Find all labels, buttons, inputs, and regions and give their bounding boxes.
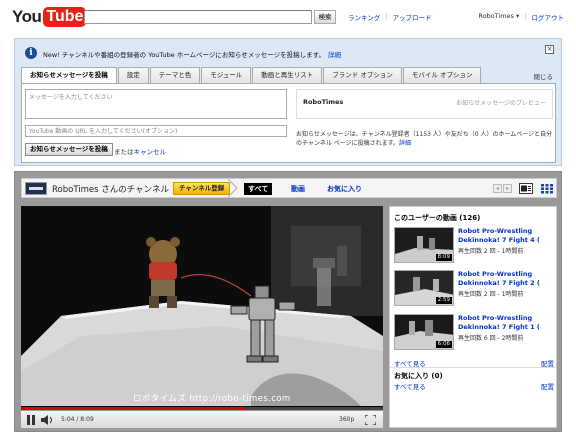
chevron-down-icon: ▾ bbox=[516, 12, 520, 20]
video-frame[interactable]: ロボタイムズ http://robo-times.com bbox=[21, 206, 383, 406]
time-display: 5:04 / 8:09 bbox=[61, 416, 94, 423]
nav-ranking-link[interactable]: ランキング bbox=[348, 12, 380, 22]
channel-avatar[interactable] bbox=[25, 182, 47, 195]
close-panel-link[interactable]: 閉じる bbox=[534, 71, 554, 81]
post-bulletin-button[interactable]: お知らせメッセージを投稿 bbox=[25, 143, 113, 156]
next-arrow-icon[interactable]: ▸ bbox=[503, 184, 512, 193]
channel-title: RoboTimes さんのチャンネル bbox=[52, 185, 169, 195]
video-player[interactable]: ロボタイムズ http://robo-times.com 5:04 / 8:09… bbox=[21, 206, 383, 428]
video-meta: 再生回数 6 回 - 2時間前 bbox=[458, 335, 524, 342]
or-cancel: またはキャンセル bbox=[114, 146, 166, 156]
tab-videos-playlists[interactable]: 動画と再生リスト bbox=[252, 67, 323, 83]
see-all-favorites-link[interactable]: すべて見る bbox=[394, 383, 426, 391]
video-title-link[interactable]: Robot Pro-Wrestling Dekinnoka! 7 Fight 4… bbox=[458, 227, 552, 245]
search-input[interactable] bbox=[84, 10, 312, 24]
video-duration: 8:09 bbox=[435, 254, 452, 261]
bulletin-form: メッセージを入力してください YouTube 動画の URL を入力してください… bbox=[21, 83, 556, 163]
video-duration: 6:06 bbox=[435, 341, 452, 348]
list-item[interactable]: 2:59 Robot Pro-Wrestling Dekinnoka! 7 Fi… bbox=[394, 270, 554, 308]
prev-arrow-icon[interactable]: ◂ bbox=[493, 184, 502, 193]
youtube-logo[interactable]: You Tube bbox=[12, 6, 87, 28]
list-item[interactable]: 8:09 Robot Pro-Wrestling Dekinnoka! 7 Fi… bbox=[394, 227, 554, 265]
cancel-link[interactable]: キャンセル bbox=[134, 148, 167, 156]
video-caption: ロボタイムズ http://robo-times.com bbox=[133, 394, 291, 404]
notice-message: New! チャンネルや番組の登録者の YouTube ホームページにお知らせメッ… bbox=[43, 49, 341, 59]
or-text: または bbox=[114, 148, 134, 156]
favorites-links: すべて見る 配置 bbox=[394, 381, 554, 391]
note-text: お知らせメッセージは、チャンネル登録者（1153 人）や友だち（0 人）のホーム… bbox=[296, 131, 553, 147]
video-title-link[interactable]: Robot Pro-Wrestling Dekinnoka! 7 Fight 1… bbox=[458, 314, 552, 332]
preview-username: RoboTimes bbox=[303, 98, 344, 106]
nav-upload-link[interactable]: アップロード bbox=[393, 12, 432, 22]
video-url-input[interactable]: YouTube 動画の URL を入力してください(オプション) bbox=[25, 125, 287, 137]
video-title-link[interactable]: Robot Pro-Wrestling Dekinnoka! 7 Fight 2… bbox=[458, 270, 552, 288]
video-thumbnail[interactable]: 2:59 bbox=[394, 270, 454, 306]
uploads-heading: このユーザーの動画 (126) bbox=[394, 214, 481, 222]
filter-all-tab[interactable]: すべて bbox=[244, 183, 273, 195]
filter-videos-tab[interactable]: 動画 bbox=[291, 183, 305, 195]
player-controls: 5:04 / 8:09 360p bbox=[21, 410, 383, 428]
tab-post-bulletin[interactable]: お知らせメッセージを投稿 bbox=[21, 67, 117, 84]
edit-tabs: お知らせメッセージを投稿 設定 テーマと色 モジュール 動画と再生リスト ブラン… bbox=[21, 67, 482, 84]
nav-separator: | bbox=[524, 12, 527, 20]
notice-text: New! チャンネルや番組の登録者の YouTube ホームページにお知らせメッ… bbox=[43, 51, 325, 59]
volume-icon[interactable] bbox=[41, 415, 53, 425]
close-icon[interactable]: × bbox=[545, 45, 554, 54]
logout-link[interactable]: ログアウト bbox=[532, 12, 565, 22]
nav-separator: | bbox=[385, 12, 388, 20]
favorites-heading: お気に入り (0) bbox=[394, 372, 443, 380]
filter-favorites-tab[interactable]: お気に入り bbox=[327, 183, 362, 195]
username-menu[interactable]: RoboTimes ▾ bbox=[478, 12, 519, 22]
logo-tube: Tube bbox=[43, 7, 87, 27]
player-view-icon[interactable] bbox=[519, 183, 533, 194]
list-item[interactable]: 6:06 Robot Pro-Wrestling Dekinnoka! 7 Fi… bbox=[394, 314, 554, 352]
note-details-link[interactable]: 詳細 bbox=[399, 140, 411, 147]
bulletin-note: お知らせメッセージは、チャンネル登録者（1153 人）や友だち（0 人）のホーム… bbox=[296, 130, 556, 148]
bulletin-preview: RoboTimes お知らせメッセージのプレビュー bbox=[296, 89, 553, 119]
search-button[interactable]: 検索 bbox=[314, 10, 336, 24]
tab-settings[interactable]: 設定 bbox=[117, 67, 149, 83]
top-nav: ランキング | アップロード bbox=[348, 12, 432, 22]
video-thumbnail[interactable]: 8:09 bbox=[394, 227, 454, 263]
username-label: RoboTimes bbox=[478, 12, 514, 20]
user-links: RoboTimes ▾ | ログアウト bbox=[478, 12, 564, 22]
chevron-right-icon bbox=[227, 179, 238, 197]
pager-arrows: ◂ ▸ bbox=[493, 184, 512, 193]
video-meta: 再生回数 2 回 - 1時間前 bbox=[458, 291, 524, 298]
tab-brand-options[interactable]: ブランド オプション bbox=[323, 67, 402, 83]
preview-label: お知らせメッセージのプレビュー bbox=[456, 100, 546, 107]
channel-area: RoboTimes さんのチャンネル チャンネル登録 すべて 動画 お気に入り … bbox=[14, 171, 562, 432]
grid-view-icon[interactable] bbox=[540, 183, 554, 194]
subscribe-button[interactable]: チャンネル登録 bbox=[173, 182, 231, 195]
favorites-place-link[interactable]: 配置 bbox=[541, 381, 554, 391]
message-textarea[interactable]: メッセージを入力してください bbox=[25, 89, 287, 119]
details-link[interactable]: 詳細 bbox=[328, 51, 341, 59]
fullscreen-icon[interactable] bbox=[365, 415, 376, 425]
info-icon: i bbox=[25, 47, 37, 59]
uploads-sidebar: このユーザーの動画 (126) 8:09 Robot Pro-Wrestling… bbox=[389, 206, 557, 428]
tab-modules[interactable]: モジュール bbox=[201, 67, 252, 83]
pause-icon[interactable] bbox=[27, 415, 35, 425]
top-header: You Tube 検索 ランキング | アップロード RoboTimes ▾ |… bbox=[0, 0, 576, 34]
video-thumbnail[interactable]: 6:06 bbox=[394, 314, 454, 350]
bulletin-panel: i New! チャンネルや番組の登録者の YouTube ホームページにお知らせ… bbox=[14, 38, 562, 166]
video-scene bbox=[21, 206, 383, 406]
video-meta: 再生回数 2 回 - 1時間前 bbox=[458, 248, 524, 255]
logo-you: You bbox=[12, 7, 42, 26]
tab-mobile-options[interactable]: モバイル オプション bbox=[402, 67, 482, 83]
video-duration: 2:59 bbox=[435, 297, 452, 304]
quality-selector[interactable]: 360p bbox=[339, 416, 354, 423]
channel-bar: RoboTimes さんのチャンネル チャンネル登録 すべて 動画 お気に入り … bbox=[21, 178, 557, 198]
divider bbox=[390, 367, 556, 368]
tab-theme-colors[interactable]: テーマと色 bbox=[149, 67, 201, 83]
